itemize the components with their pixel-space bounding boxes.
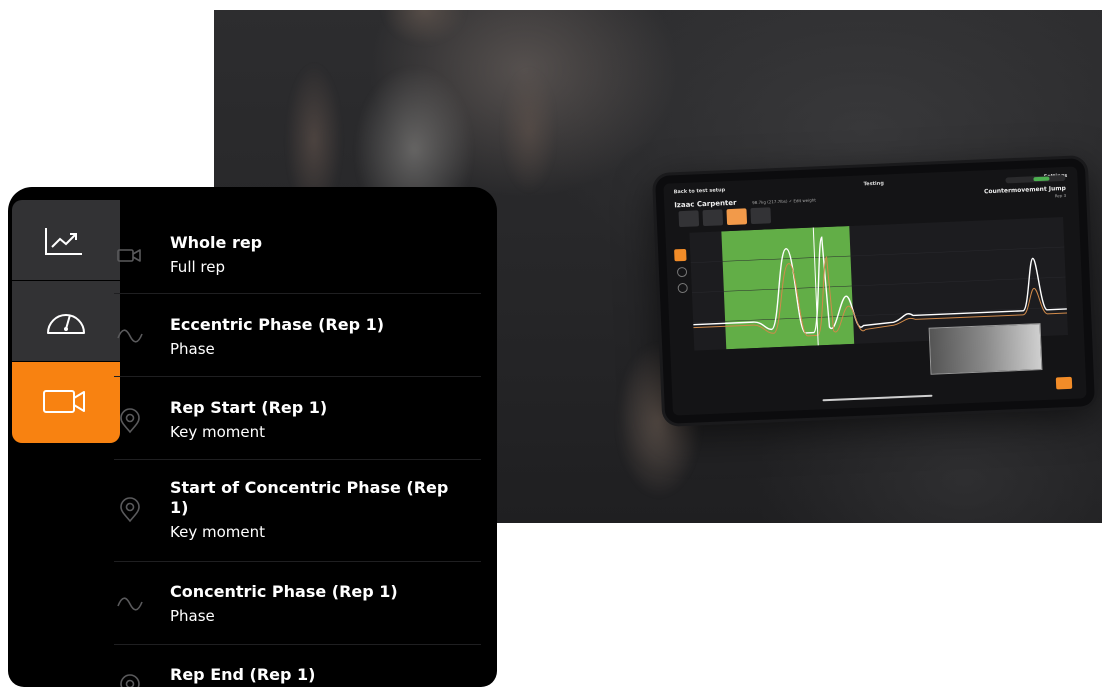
pin-icon [120,408,140,434]
athlete-name: Izaac Carpenter [674,198,737,210]
tablet-screen: Back to test setup Testing Settings Izaa… [663,166,1087,416]
chart-icon [45,228,82,255]
tablet-bottom-bar [672,364,1087,415]
battery-indicator [1005,174,1066,184]
metric-chip-active[interactable] [726,208,748,226]
item-subtitle: Full rep [170,258,226,276]
wave-icon [117,597,143,611]
pin-icon [120,674,140,687]
item-subtitle: Key moment [170,423,265,441]
list-item[interactable]: Whole rep Full rep [114,212,481,293]
tablet-chart-tab[interactable] [674,248,687,262]
video-icon [43,390,85,413]
tablet-sidebar [674,248,691,310]
item-title: Eccentric Phase (Rep 1) [170,315,385,334]
tablet-video-tab[interactable] [677,282,688,294]
tablet-gauge-tab[interactable] [676,266,688,278]
list-item[interactable]: Concentric Phase (Rep 1) Phase [114,561,481,644]
metric-chip[interactable] [702,209,724,227]
item-subtitle: Phase [170,340,215,358]
list-item[interactable]: Start of Concentric Phase (Rep 1) Key mo… [114,459,481,561]
athlete-weight[interactable]: 98.7kg (217.7lbs) ✓ Edit weight [752,197,816,205]
tablet-screen-title: Testing [863,180,884,188]
item-subtitle: Phase [170,607,215,625]
item-subtitle: Key moment [170,523,265,541]
metric-chip[interactable] [750,207,772,225]
panel-sidebar [12,200,120,444]
back-to-test-setup-link[interactable]: Back to test setup [674,187,726,195]
tablet-device: Back to test setup Testing Settings Izaa… [654,158,1096,424]
sidebar-chart-button[interactable] [12,200,120,280]
home-indicator [822,394,933,402]
rep-label: Rep 3 [1054,192,1067,199]
video-icon [117,249,141,262]
sidebar-video-button[interactable] [12,362,120,443]
list-item[interactable]: Rep Start (Rep 1) Key moment [114,376,481,459]
gauge-icon [47,314,85,334]
item-title: Whole rep [170,233,263,252]
item-title: Start of Concentric Phase (Rep 1) [170,478,449,517]
item-title: Rep Start (Rep 1) [170,398,328,417]
metric-chip[interactable] [678,210,700,228]
list-item[interactable]: Eccentric Phase (Rep 1) Phase [114,293,481,376]
pin-icon [120,497,140,523]
item-title: Rep End (Rep 1) [170,665,316,684]
moments-panel: Whole rep Full rep Eccentric Phase (Rep … [8,187,497,687]
moments-list: Whole rep Full rep Eccentric Phase (Rep … [114,212,481,687]
tablet-done-button[interactable] [1055,376,1073,390]
list-item[interactable]: Rep End (Rep 1) [114,644,481,687]
force-time-plot [689,217,1069,375]
item-title: Concentric Phase (Rep 1) [170,582,398,601]
metric-chips [678,207,772,229]
sidebar-gauge-button[interactable] [12,281,120,361]
wave-icon [117,329,143,343]
